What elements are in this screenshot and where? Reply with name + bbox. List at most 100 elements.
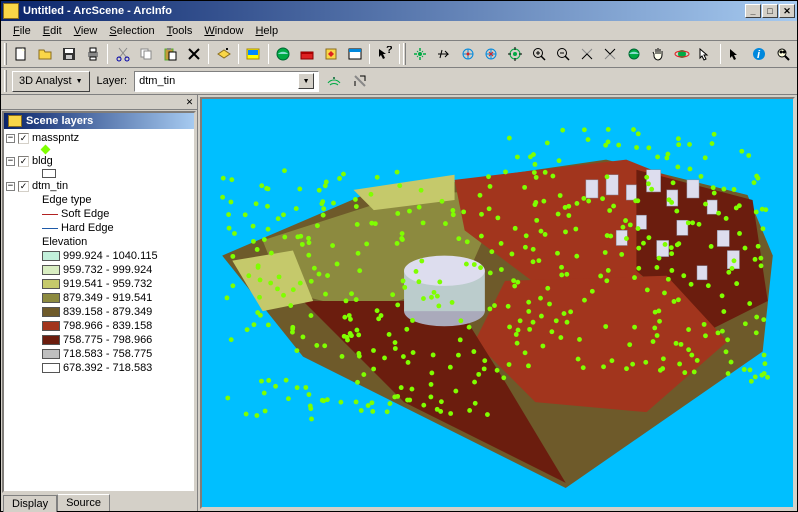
elevation-swatch-icon — [42, 265, 60, 275]
edge-heading: Edge type — [42, 194, 92, 206]
3d-viewport[interactable] — [200, 97, 795, 509]
toc-body: Scene layers − ✓ masspntz − ✓ bldg — [2, 111, 196, 493]
center-target-button[interactable] — [456, 43, 479, 65]
3d-analyst-label: 3D Analyst — [19, 75, 72, 87]
main-toolbar: ? i — [1, 41, 797, 68]
fill-symbol-icon — [42, 169, 56, 178]
app-window: Untitled - ArcScene - ArcInfo _ □ ✕ File… — [0, 0, 798, 512]
toc-tabs: Display Source — [1, 494, 197, 511]
zoom-out-button[interactable] — [551, 43, 574, 65]
layer-dropdown-arrow[interactable]: ▼ — [298, 73, 314, 89]
menu-help[interactable]: Help — [249, 23, 284, 39]
elevation-class-label: 919.541 - 959.732 — [63, 278, 152, 290]
layer-label-masspntz[interactable]: masspntz — [32, 132, 79, 144]
scene-icon — [8, 115, 22, 127]
narrow-fov-button[interactable] — [575, 43, 598, 65]
fly-button[interactable] — [432, 43, 455, 65]
minimize-button[interactable]: _ — [745, 4, 761, 18]
elevation-class-label: 959.732 - 999.924 — [63, 264, 152, 276]
paste-button[interactable] — [159, 43, 182, 65]
expander-bldg[interactable]: − — [6, 157, 15, 166]
hard-edge-label: Hard Edge — [61, 222, 114, 234]
menu-file[interactable]: File — [7, 23, 37, 39]
pan-button[interactable] — [647, 43, 670, 65]
elevation-class-label: 839.158 - 879.349 — [63, 306, 152, 318]
macros-button[interactable] — [319, 43, 342, 65]
open-button[interactable] — [34, 43, 57, 65]
command-line-button[interactable] — [343, 43, 366, 65]
toc-close-button[interactable]: ✕ — [182, 95, 197, 109]
expander-masspntz[interactable]: − — [6, 134, 15, 143]
layer-tree: − ✓ masspntz − ✓ bldg — [4, 129, 194, 377]
toc-panel: ✕ Scene layers − ✓ masspntz — [1, 95, 198, 511]
maximize-button[interactable]: □ — [762, 4, 778, 18]
checkbox-bldg[interactable]: ✓ — [18, 156, 29, 167]
analyst-toolbar: 3D Analyst ▼ Layer: dtm_tin ▼ — [1, 68, 797, 95]
elevation-class-label: 879.349 - 919.541 — [63, 292, 152, 304]
elevation-swatch-icon — [42, 321, 60, 331]
point-symbol-icon — [41, 145, 51, 155]
set-observer-button[interactable] — [504, 43, 527, 65]
contour-tool-button[interactable] — [322, 70, 345, 92]
full-extent-button[interactable] — [623, 43, 646, 65]
tab-source[interactable]: Source — [57, 494, 110, 511]
menubar: File Edit View Selection Tools Window He… — [1, 21, 797, 41]
menu-window[interactable]: Window — [198, 23, 249, 39]
layer-value: dtm_tin — [139, 75, 175, 87]
print-button[interactable] — [81, 43, 104, 65]
menu-tools[interactable]: Tools — [161, 23, 199, 39]
elevation-swatch-icon — [42, 335, 60, 345]
menu-edit[interactable]: Edit — [37, 23, 68, 39]
select-features-button[interactable] — [694, 43, 717, 65]
add-data-button[interactable] — [212, 43, 235, 65]
delete-button[interactable] — [182, 43, 205, 65]
layer-label-dtmtin[interactable]: dtm_tin — [32, 180, 68, 192]
menu-selection[interactable]: Selection — [103, 23, 160, 39]
workspace: ✕ Scene layers − ✓ masspntz — [1, 95, 797, 511]
save-button[interactable] — [58, 43, 81, 65]
elevation-swatch-icon — [42, 293, 60, 303]
navigate-button[interactable] — [409, 43, 432, 65]
titlebar: Untitled - ArcScene - ArcInfo _ □ ✕ — [1, 1, 797, 21]
find-button[interactable] — [771, 43, 794, 65]
help-pointer-button[interactable]: ? — [373, 43, 396, 65]
close-button[interactable]: ✕ — [779, 4, 795, 18]
toc-title: Scene layers — [4, 113, 194, 129]
copy-button[interactable] — [135, 43, 158, 65]
zoom-target-button[interactable] — [480, 43, 503, 65]
checkbox-dtmtin[interactable]: ✓ — [18, 181, 29, 192]
elevation-class-label: 718.583 - 758.775 — [63, 348, 152, 360]
toolbox-button[interactable] — [296, 43, 319, 65]
select-elements-button[interactable] — [724, 43, 747, 65]
expander-dtmtin[interactable]: − — [6, 182, 15, 191]
identify-button[interactable]: i — [748, 43, 771, 65]
orbit-button[interactable] — [670, 43, 693, 65]
tab-display[interactable]: Display — [3, 495, 57, 512]
new-button[interactable] — [10, 43, 33, 65]
3d-analyst-menu[interactable]: 3D Analyst ▼ — [12, 71, 90, 92]
elevation-swatch-icon — [42, 251, 60, 261]
elevation-heading: Elevation — [42, 236, 87, 248]
elevation-class-label: 798.966 - 839.158 — [63, 320, 152, 332]
cut-button[interactable] — [111, 43, 134, 65]
scene-properties-button[interactable] — [242, 43, 265, 65]
scene-render — [202, 99, 793, 498]
hard-edge-icon — [42, 228, 58, 229]
zoom-in-button[interactable] — [528, 43, 551, 65]
checkbox-masspntz[interactable]: ✓ — [18, 133, 29, 144]
steepest-path-button[interactable] — [348, 70, 371, 92]
layer-label: Layer: — [93, 75, 132, 87]
elevation-class-label: 758.775 - 798.966 — [63, 334, 152, 346]
svg-text:?: ? — [386, 46, 392, 56]
elevation-swatch-icon — [42, 279, 60, 289]
layer-label-bldg[interactable]: bldg — [32, 155, 53, 167]
app-icon — [3, 3, 19, 19]
elevation-class-label: 999.924 - 1040.115 — [63, 250, 158, 262]
arccatalog-button[interactable] — [272, 43, 295, 65]
elevation-class-label: 678.392 - 718.583 — [63, 362, 152, 374]
elevation-swatch-icon — [42, 307, 60, 317]
elevation-swatch-icon — [42, 349, 60, 359]
menu-view[interactable]: View — [68, 23, 104, 39]
widen-fov-button[interactable] — [599, 43, 622, 65]
layer-selector[interactable]: dtm_tin ▼ — [134, 71, 319, 92]
